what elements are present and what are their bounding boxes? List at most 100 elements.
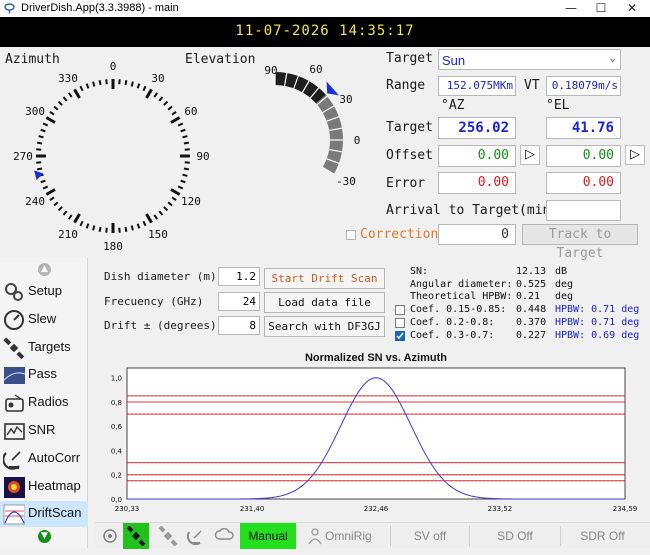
az-column-header: °AZ: [441, 98, 464, 113]
omnirig-button[interactable]: OmniRig: [325, 523, 375, 549]
error-az-field: 0.00: [438, 172, 516, 194]
az-tick: [147, 214, 152, 223]
az-tick: [183, 136, 188, 137]
sidebar-item-heatmap[interactable]: Heatmap: [0, 474, 88, 500]
dish-diameter-label: Dish diameter (m): [104, 270, 217, 283]
y-tick-label: 0,2: [111, 472, 122, 480]
az-tick: [178, 123, 183, 125]
az-tick: [181, 181, 186, 183]
correction-field[interactable]: 0: [438, 224, 516, 245]
track-to-target-button[interactable]: Track to Target: [522, 224, 638, 245]
sidebar-item-autocorr[interactable]: AutoCorr: [0, 446, 88, 472]
y-tick-label: 0,6: [111, 423, 123, 431]
az-tick: [172, 197, 176, 200]
arrival-field: [546, 200, 621, 221]
sdr-off-button[interactable]: SDR Off: [560, 523, 645, 549]
satellite-off-icon[interactable]: [155, 523, 181, 549]
sd-off-button[interactable]: SD Off: [475, 523, 555, 549]
az-tick-label: 150: [148, 228, 168, 241]
load-data-file-button[interactable]: Load data file: [264, 292, 385, 313]
antenna-scan-icon[interactable]: [99, 523, 121, 549]
minimize-button[interactable]: —: [556, 0, 586, 17]
az-tick-label: 90: [196, 150, 209, 163]
scroll-down-icon[interactable]: ▼: [38, 530, 51, 543]
chevron-down-icon: ⌄: [609, 51, 616, 64]
drift-field[interactable]: 8: [218, 316, 260, 335]
offset-el-apply-button[interactable]: ▷: [625, 145, 645, 165]
sv-off-button[interactable]: SV off: [395, 523, 465, 549]
az-tick: [100, 80, 101, 85]
coef-label: Coef. 0.3-0.7:: [410, 330, 494, 341]
scroll-up-icon[interactable]: ▲: [38, 263, 51, 276]
az-tick: [172, 112, 176, 115]
az-tick: [41, 130, 46, 132]
offset-el-field[interactable]: 0.00: [546, 145, 621, 167]
elevation-dial: 9060300-30: [250, 55, 380, 205]
az-tick: [164, 207, 168, 211]
sidebar-item-driftscan[interactable]: DriftScan: [0, 501, 88, 527]
maximize-button[interactable]: ☐: [586, 0, 616, 17]
error-label: Error: [386, 176, 425, 191]
coef-hpbw: HPBW: 0.71 deg: [555, 317, 639, 328]
bottom-toolbar: Manual OmniRig SV off SD Off SDR Off: [95, 522, 650, 548]
drift-label: Drift ± (degrees): [104, 319, 217, 332]
target-select-value: Sun: [442, 53, 465, 68]
el-tick-label: 60: [309, 63, 322, 76]
coef-checkbox[interactable]: [395, 318, 405, 328]
dish-diameter-field[interactable]: 1.2: [218, 267, 260, 286]
coef-hpbw: HPBW: 0.71 deg: [555, 304, 639, 315]
sidebar-item-radios[interactable]: Radios: [0, 390, 88, 416]
elevation-pointer: [327, 81, 339, 95]
target-select[interactable]: Sun ⌄: [438, 49, 621, 70]
dish-icon[interactable]: [183, 523, 209, 549]
sn-value: 12.13: [516, 266, 546, 277]
cloud-icon[interactable]: [211, 523, 239, 549]
az-tick: [100, 227, 101, 232]
az-tick: [39, 136, 44, 137]
sidebar-item-setup[interactable]: Setup: [0, 279, 88, 305]
sidebar-item-snr[interactable]: SNR: [0, 418, 88, 444]
el-tick-label: 90: [264, 64, 277, 77]
theoretical-hpbw-unit: deg: [555, 291, 573, 302]
az-tick: [59, 207, 63, 211]
angular-diameter-value: 0.525: [516, 279, 546, 290]
az-tick: [41, 181, 46, 183]
frequency-field[interactable]: 24: [218, 292, 260, 311]
sidebar-item-targets[interactable]: Targets: [0, 335, 88, 361]
coef-value: 0.227: [516, 330, 546, 341]
az-tick: [178, 186, 183, 188]
correction-checkbox[interactable]: [346, 230, 356, 240]
window-titlebar: DriverDish.App(3.3.3988) - main — ☐ ✕: [0, 0, 650, 17]
coef-checkbox[interactable]: [395, 331, 405, 341]
start-drift-scan-button[interactable]: Start Drift Scan: [264, 268, 385, 289]
az-tick-label: 330: [58, 72, 78, 85]
offset-az-field[interactable]: 0.00: [438, 145, 516, 167]
sidebar-item-slew[interactable]: Slew: [0, 307, 88, 333]
coef-label: Coef. 0.15-0.85:: [410, 304, 506, 315]
arrival-label: Arrival to Target(min): [386, 203, 558, 218]
close-button[interactable]: ✕: [617, 0, 647, 17]
satellite-track-icon[interactable]: [123, 523, 149, 549]
play-icon: ▷: [630, 147, 640, 162]
azimuth-dial: 0306090120150180210240270300330: [0, 60, 240, 255]
az-tick: [43, 123, 48, 125]
error-el-field: 0.00: [546, 172, 621, 194]
chart-title: Normalized SN vs. Azimuth: [305, 352, 447, 364]
snr-icon: [3, 420, 25, 442]
theoretical-hpbw-value: 0.21: [516, 291, 540, 302]
sidebar-item-pass[interactable]: Pass: [0, 362, 88, 388]
az-tick: [54, 107, 58, 110]
az-tick: [69, 215, 72, 219]
search-df3gj-button[interactable]: Search with DF3GJ: [264, 316, 385, 337]
y-tick-label: 1,0: [111, 375, 122, 383]
sidebar-item-label: Setup: [28, 283, 62, 298]
az-tick: [59, 102, 63, 106]
offset-az-apply-button[interactable]: ▷: [520, 145, 540, 165]
coef-checkbox[interactable]: [395, 305, 405, 315]
manual-button[interactable]: Manual: [240, 523, 296, 549]
driftscan-icon: [3, 503, 25, 525]
angular-diameter-label: Angular diameter:: [410, 279, 512, 290]
az-tick: [132, 226, 133, 231]
az-tick: [50, 112, 54, 115]
az-tick: [46, 190, 55, 195]
